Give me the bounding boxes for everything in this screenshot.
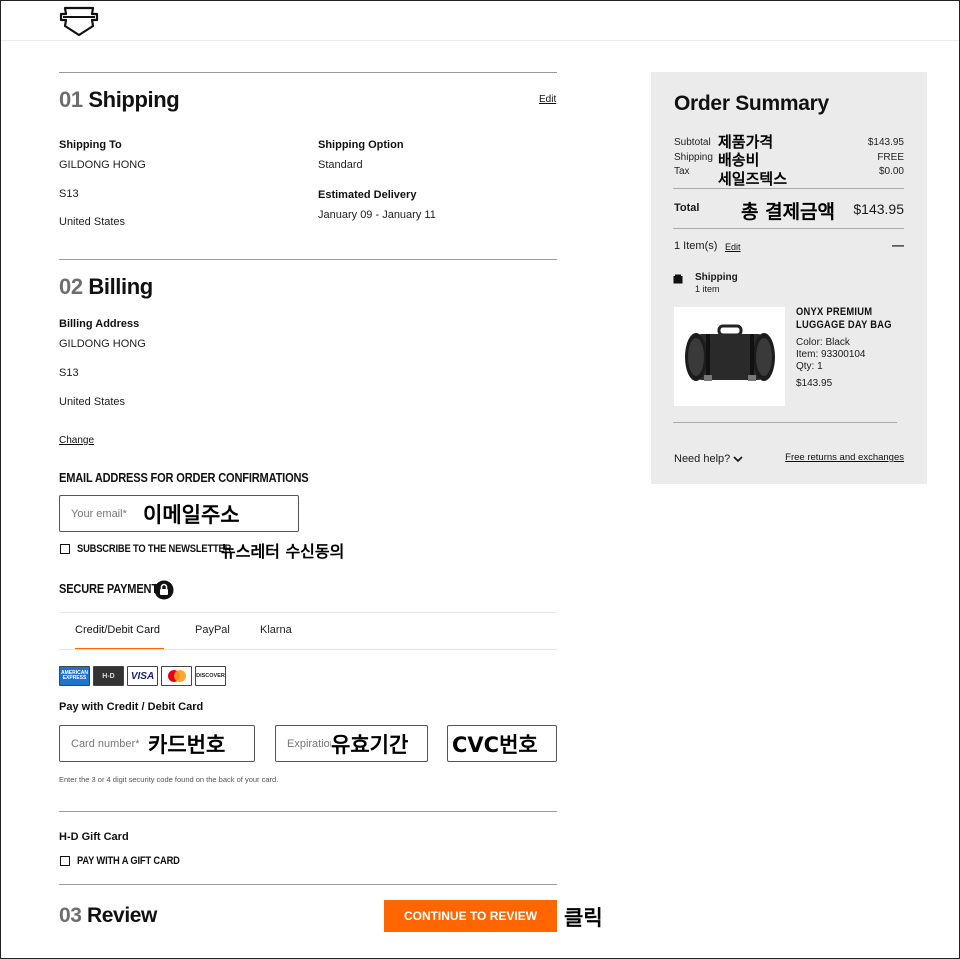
- section-title-text: Review: [87, 904, 157, 927]
- divider: [673, 188, 904, 189]
- billing-change-link[interactable]: Change: [59, 435, 94, 446]
- site-header: [1, 1, 959, 41]
- order-summary-panel: Order Summary Subtotal 제품가격 $143.95 Ship…: [651, 72, 927, 484]
- divider: [673, 422, 897, 423]
- order-summary-title: Order Summary: [674, 92, 829, 115]
- harley-davidson-logo-icon[interactable]: [59, 5, 99, 37]
- divider: [59, 259, 557, 260]
- shipping-name: GILDONG HONG: [59, 159, 146, 171]
- items-edit-link[interactable]: Edit: [725, 242, 741, 252]
- divider: [59, 72, 557, 73]
- newsletter-label: SUBSCRIBE TO THE NEWSLETTER: [77, 543, 232, 555]
- shipping-address: S13: [59, 188, 79, 200]
- pay-with-card-label: Pay with Credit / Debit Card: [59, 701, 204, 713]
- product-price: $143.95: [796, 378, 833, 389]
- billing-section-title: 02 Billing: [59, 274, 153, 300]
- shipping-to-label: Shipping To: [59, 139, 122, 151]
- gift-card-checkbox-label: PAY WITH A GIFT CARD: [77, 855, 180, 867]
- shipping-edit-link[interactable]: Edit: [539, 94, 556, 105]
- collapse-icon[interactable]: —: [892, 238, 904, 252]
- tax-annotation: 세일즈텍스: [718, 170, 788, 188]
- billing-name: GILDONG HONG: [59, 338, 146, 350]
- subtotal-value: $143.95: [867, 137, 904, 148]
- billing-address: S13: [59, 367, 79, 379]
- gift-card-label: H-D Gift Card: [59, 831, 129, 843]
- product-quantity: Qty: 1: [796, 361, 823, 372]
- divider: [59, 884, 557, 885]
- email-heading: EMAIL ADDRESS FOR ORDER CONFIRMATIONS: [59, 470, 309, 485]
- card-number-placeholder: Card number*: [71, 738, 140, 750]
- total-annotation: 총 결제금액: [741, 201, 836, 223]
- section-number: 01: [59, 87, 83, 112]
- shipping-cost-label: Shipping: [674, 152, 713, 163]
- free-returns-link[interactable]: Free returns and exchanges: [785, 452, 904, 463]
- shipping-group-count: 1 item: [695, 284, 720, 294]
- discover-card-icon: DISCOVER: [195, 666, 226, 686]
- need-help-dropdown[interactable]: Need help?: [674, 453, 743, 465]
- product-name-line1[interactable]: ONYX PREMIUM: [796, 306, 872, 318]
- shipping-option-value: Standard: [318, 159, 363, 171]
- chevron-down-icon: [733, 456, 743, 463]
- divider: [59, 612, 557, 613]
- email-placeholder: Your email*: [71, 508, 127, 520]
- shipping-cost-value: FREE: [877, 152, 904, 163]
- security-code-hint: Enter the 3 or 4 digit security code fou…: [59, 775, 279, 784]
- total-value: $143.95: [853, 201, 904, 217]
- shipping-section-title: 01 Shipping: [59, 87, 180, 113]
- total-label: Total: [674, 202, 700, 214]
- shipping-cost-annotation: 배송비: [718, 151, 760, 169]
- review-section-title: 03 Review: [59, 904, 157, 928]
- divider: [59, 811, 557, 812]
- hd-card-icon: H-D: [93, 666, 124, 686]
- estimated-delivery-label: Estimated Delivery: [318, 189, 417, 201]
- visa-card-icon: VISA: [127, 666, 158, 686]
- divider: [673, 228, 904, 229]
- mastercard-circles-icon: [167, 670, 186, 682]
- newsletter-checkbox[interactable]: [60, 544, 70, 554]
- product-name-line2[interactable]: LUGGAGE DAY BAG: [796, 319, 892, 331]
- section-title-text: Shipping: [88, 87, 180, 112]
- tax-value: $0.00: [878, 166, 904, 177]
- tab-credit-debit-card[interactable]: Credit/Debit Card: [75, 624, 160, 636]
- newsletter-annotation: 뉴스레터 수신동의: [221, 542, 345, 561]
- product-item-number: Item: 93300104: [796, 349, 866, 360]
- shipping-group-label: Shipping: [695, 272, 738, 283]
- section-number: 03: [59, 904, 82, 927]
- luggage-bag-icon: [685, 324, 775, 381]
- cvc-annotation: CVC번호: [452, 733, 538, 757]
- shipping-option-label: Shipping Option: [318, 139, 404, 151]
- continue-to-review-button[interactable]: CONTINUE TO REVIEW: [384, 900, 557, 932]
- lock-icon: [154, 580, 174, 600]
- shipping-country: United States: [59, 216, 126, 228]
- product-color: Color: Black: [796, 337, 850, 348]
- tax-label: Tax: [674, 166, 690, 177]
- billing-country: United States: [59, 396, 126, 408]
- package-icon: [673, 274, 683, 284]
- mastercard-card-icon: [161, 666, 192, 686]
- tab-klarna[interactable]: Klarna: [260, 624, 292, 636]
- billing-address-label: Billing Address: [59, 318, 140, 330]
- section-title-text: Billing: [88, 274, 153, 299]
- product-image[interactable]: [674, 307, 785, 406]
- card-number-annotation: 카드번호: [148, 733, 226, 757]
- click-annotation: 클릭: [564, 906, 603, 930]
- item-count: 1 Item(s): [674, 240, 718, 252]
- tab-paypal[interactable]: PayPal: [195, 624, 230, 636]
- email-annotation: 이메일주소: [143, 503, 240, 527]
- need-help-label: Need help?: [674, 453, 731, 465]
- amex-card-icon: AMERICAN EXPRESS: [59, 666, 90, 686]
- subtotal-label: Subtotal: [674, 137, 711, 148]
- gift-card-checkbox[interactable]: [60, 856, 70, 866]
- section-number: 02: [59, 274, 83, 299]
- expiration-annotation: 유효기간: [331, 729, 409, 759]
- secure-payments-heading: SECURE PAYMENTS: [59, 581, 166, 596]
- divider: [59, 649, 557, 650]
- estimated-delivery-value: January 09 - January 11: [318, 209, 436, 221]
